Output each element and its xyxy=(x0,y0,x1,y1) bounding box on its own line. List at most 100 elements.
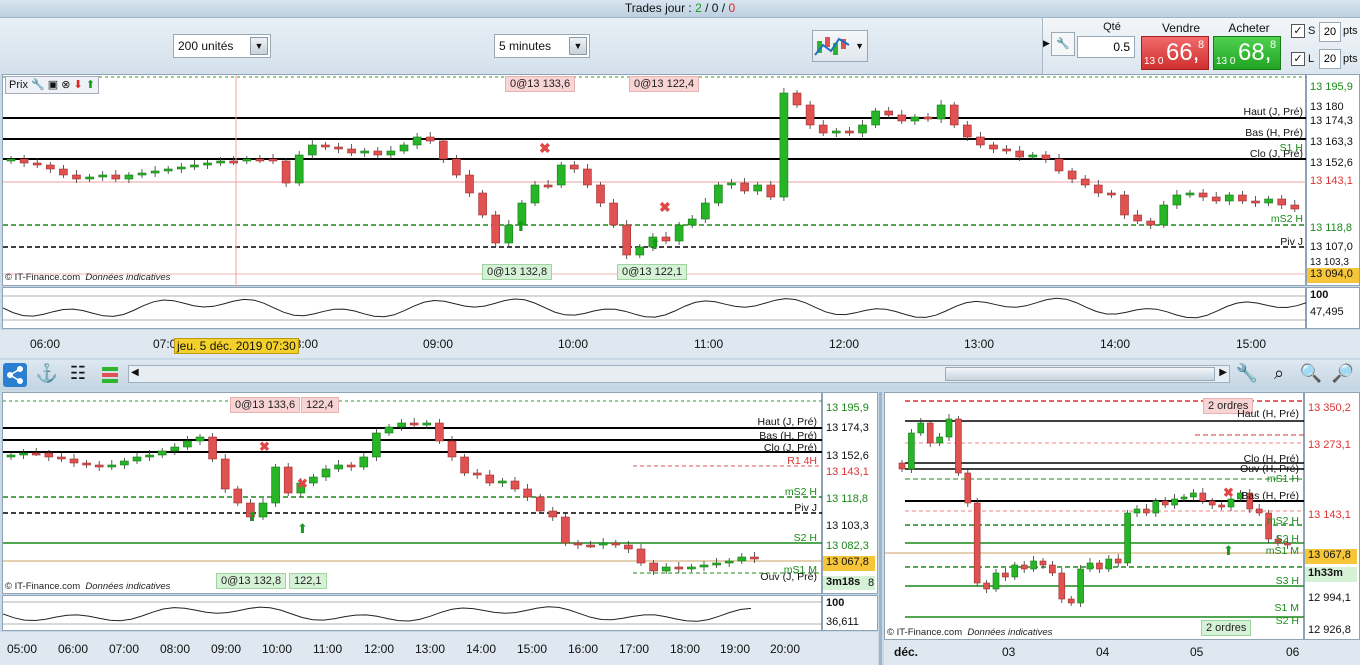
stop-checkbox[interactable]: ✓ xyxy=(1291,24,1305,38)
pending-order[interactable]: 0@13 133,6 xyxy=(505,76,576,92)
line-label: Piv J xyxy=(1280,236,1303,248)
scroll-right-icon[interactable]: ▶ xyxy=(1219,367,1227,378)
units-select[interactable]: 200 unités ▼ xyxy=(173,34,271,58)
candle-body xyxy=(1198,192,1208,198)
wrench-icon[interactable]: 🔧 xyxy=(1051,32,1075,56)
candle-body xyxy=(1133,508,1141,514)
candle-body xyxy=(635,246,645,256)
buy-button[interactable]: 13 0 68, 8 xyxy=(1213,36,1281,70)
scroll-thumb[interactable] xyxy=(945,367,1215,381)
copyright: © IT-Finance.com Données indicatives xyxy=(5,581,170,592)
time-tick: 12:00 xyxy=(829,337,860,351)
data-note: Données indicatives xyxy=(85,581,171,592)
pending-order[interactable]: 122,1 xyxy=(289,573,327,589)
line-label: S1 M xyxy=(1274,602,1299,614)
stop-points-input[interactable] xyxy=(1319,22,1341,42)
candle-body xyxy=(1039,560,1047,566)
candle-body xyxy=(1107,192,1116,196)
candle-body xyxy=(1171,498,1178,506)
list-icon[interactable]: ☷ xyxy=(66,363,90,387)
price-tick: 13 152,6 xyxy=(826,450,869,462)
time-tick: 18:00 xyxy=(670,642,701,656)
candle-body xyxy=(57,456,66,460)
candle-body xyxy=(1028,154,1038,158)
candle-body xyxy=(1161,500,1169,506)
anchor-icon[interactable]: ⚓ xyxy=(35,363,59,387)
limit-points-input[interactable] xyxy=(1319,49,1341,69)
bottom-right-chart[interactable]: ✖ ⬆ 2 ordres 2 ordres Haut (H, Pré) Clo … xyxy=(884,392,1305,640)
price-tick: 13 152,6 xyxy=(1310,157,1353,169)
candle-body xyxy=(6,454,16,458)
window-icon[interactable]: ▣ xyxy=(48,79,58,91)
indicators-icon[interactable] xyxy=(98,363,122,387)
pending-order[interactable]: 0@13 132,8 xyxy=(482,264,553,280)
time-tick: 12:00 xyxy=(364,642,395,656)
pending-order[interactable]: 0@13 133,6 xyxy=(230,397,301,413)
candle-body xyxy=(898,462,906,470)
br-price-axis: 13 350,2 13 273,1 13 143,1 13 067,8 1h33… xyxy=(1304,392,1360,640)
arrow-up-icon[interactable]: ⬆ xyxy=(86,79,95,91)
candle-body xyxy=(923,116,933,120)
close-icon[interactable]: ⊗ xyxy=(61,79,70,91)
bottom-left-chart[interactable]: ✖ ✖ ⬆ ⬆ 0@13 133,6 122,4 0@13 132,8 122,… xyxy=(2,392,823,594)
price-tick: 13 195,9 xyxy=(826,402,869,414)
scroll-left-icon[interactable]: ◀ xyxy=(131,367,139,378)
axis-corner xyxy=(1306,330,1360,358)
wrench-icon[interactable]: 🔧 xyxy=(31,79,45,91)
zoom-out-icon[interactable]: 🔍 xyxy=(1299,363,1323,387)
price-tick: 13 180 xyxy=(1310,101,1344,113)
candle-body xyxy=(294,154,304,184)
chart-scrollbar[interactable]: ◀ ▶ xyxy=(128,365,1230,383)
trades-summary-bar: Trades jour : 2 / 0 / 0 xyxy=(0,0,1360,18)
pending-order[interactable]: 0@13 132,8 xyxy=(216,573,287,589)
zoom-fit-icon[interactable]: ⌕ xyxy=(1267,363,1291,387)
limit-checkbox[interactable]: ✓ xyxy=(1291,52,1305,66)
data-note: Données indicatives xyxy=(85,272,171,283)
osc-value: 36,611 xyxy=(826,616,859,628)
candle-body xyxy=(309,476,318,484)
bl-oscillator[interactable] xyxy=(2,595,823,631)
candle-body xyxy=(19,158,29,164)
pending-orders-badge[interactable]: 2 ordres xyxy=(1201,620,1252,636)
sell-button[interactable]: 13 0 66, 8 xyxy=(1141,36,1209,70)
splitter[interactable] xyxy=(879,392,882,665)
candle-body xyxy=(44,452,54,458)
candle-body xyxy=(1190,492,1197,498)
copyright-text: © IT-Finance.com xyxy=(5,581,81,592)
candle-body xyxy=(1225,194,1234,202)
candle-body xyxy=(386,150,396,156)
pending-order[interactable]: 0@13 122,1 xyxy=(617,264,688,280)
candle-body xyxy=(409,422,419,426)
main-price-chart[interactable]: ✖ ✖ ⬆ ⬆ Prix 🔧 ▣ ⊗ ⬇ ⬆ 0@13 133,6 0@13 1… xyxy=(2,74,1307,287)
buy-arrow-icon: ⬆ xyxy=(649,236,661,252)
quantity-input[interactable] xyxy=(1077,36,1135,58)
time-tick: 14:00 xyxy=(1100,337,1131,351)
main-oscillator[interactable] xyxy=(2,287,1308,329)
copyright-text: © IT-Finance.com xyxy=(887,627,963,638)
arrow-down-icon[interactable]: ⬇ xyxy=(74,79,83,91)
line-label: S1 H xyxy=(1279,142,1303,154)
time-tick: 10:00 xyxy=(262,642,293,656)
candle-body xyxy=(1054,158,1064,172)
panel-title-bar: Prix 🔧 ▣ ⊗ ⬇ ⬆ xyxy=(5,76,100,94)
chart-type-button[interactable]: ▼ xyxy=(812,30,868,62)
tools-icon[interactable]: 🔧 xyxy=(1235,363,1259,387)
line-label: Piv J xyxy=(794,502,817,514)
current-price-tag: 13 067,8 xyxy=(823,556,875,571)
pending-order[interactable]: 0@13 122,4 xyxy=(629,76,700,92)
pending-order[interactable]: 122,4 xyxy=(301,397,339,413)
candle-body xyxy=(1277,198,1286,206)
zoom-in-icon[interactable]: 🔎 xyxy=(1331,363,1355,387)
share-icon[interactable] xyxy=(3,363,27,387)
candle-body xyxy=(910,116,920,122)
candle-body xyxy=(1094,184,1103,194)
candle-body xyxy=(926,422,934,444)
candle-body xyxy=(523,488,532,498)
candle-countdown: 1h33m xyxy=(1305,567,1357,582)
candle-body xyxy=(636,548,646,564)
collapse-arrow-icon[interactable]: ▶ xyxy=(1043,38,1051,54)
interval-select[interactable]: 5 minutes ▼ xyxy=(494,34,590,58)
price-tick: 13 350,2 xyxy=(1308,402,1351,414)
osc-max: 100 xyxy=(1310,289,1329,301)
candle-body xyxy=(1049,564,1056,574)
